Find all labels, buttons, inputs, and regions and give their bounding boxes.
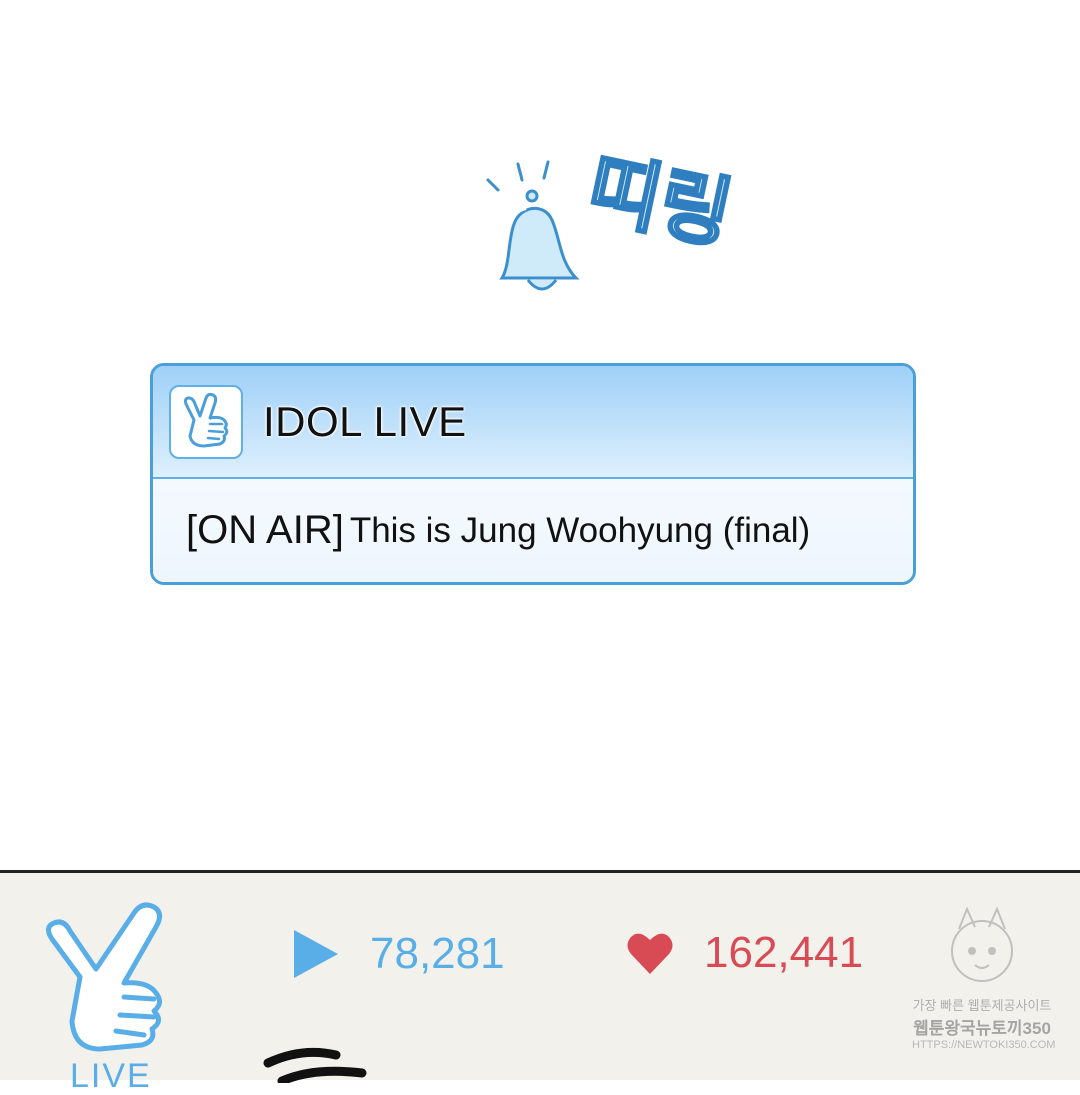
live-label: LIVE: [70, 1057, 152, 1095]
watermark: 가장 빠른 웹툰제공사이트 웹툰왕국뉴토끼350 HTTPS://NEWTOKI…: [912, 903, 1056, 1083]
views-count: 78,281: [370, 929, 505, 978]
hand-gesture-icon: [169, 384, 243, 459]
mascot-watermark-icon: [951, 906, 1013, 982]
heart-icon: [627, 933, 673, 974]
watermark-line-3: HTTPS://NEWTOKI350.COM: [912, 1039, 1056, 1051]
notification-sound-effect: 띠링: [480, 142, 770, 340]
notification-message: This is Jung Woohyung (final): [349, 510, 811, 550]
views-counter: 78,281: [292, 928, 505, 980]
hand-gesture-icon: [46, 902, 162, 1052]
likes-count: 162,441: [704, 928, 864, 977]
live-button[interactable]: [38, 897, 188, 1057]
app-name: IDOL LIVE: [263, 397, 467, 445]
on-air-tag: [ON AIR]: [186, 508, 344, 552]
live-stats-bar: LIVE 78,281 162,441 가장 빠른 웹툰제공사이트 웹툰왕국뉴토…: [0, 870, 1080, 1093]
handwritten-scribble: [263, 1047, 367, 1083]
notification-header: IDOL LIVE: [153, 366, 913, 479]
play-icon: [294, 930, 338, 978]
push-notification[interactable]: IDOL LIVE [ON AIR] This is Jung Woohyung…: [150, 363, 916, 585]
watermark-line-1: 가장 빠른 웹툰제공사이트: [912, 998, 1052, 1013]
likes-counter[interactable]: 162,441: [626, 928, 863, 978]
notification-body: [ON AIR] This is Jung Woohyung (final): [153, 479, 913, 582]
watermark-line-2: 웹툰왕국뉴토끼350: [913, 1019, 1051, 1038]
